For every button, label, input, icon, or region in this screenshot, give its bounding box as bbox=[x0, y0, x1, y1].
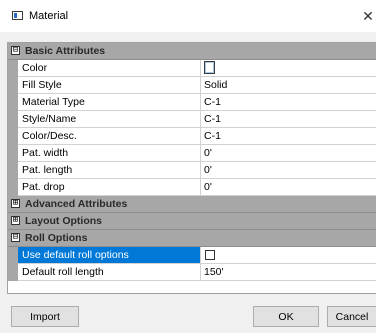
property-name: Fill Style bbox=[18, 77, 201, 94]
property-name: Color bbox=[18, 60, 201, 77]
property-row-pat-length[interactable]: Pat. length 0' bbox=[8, 162, 376, 179]
row-gutter bbox=[8, 111, 18, 128]
property-value[interactable]: 0' bbox=[201, 179, 376, 196]
property-row-pat-width[interactable]: Pat. width 0' bbox=[8, 145, 376, 162]
close-button[interactable]: ✕ bbox=[360, 0, 376, 32]
property-name: Default roll length bbox=[18, 264, 201, 281]
property-name: Pat. length bbox=[18, 162, 201, 179]
expand-icon[interactable]: ⊞ bbox=[11, 199, 20, 208]
property-row-style-name[interactable]: Style/Name C-1 bbox=[8, 111, 376, 128]
row-gutter bbox=[8, 145, 18, 162]
property-row-color[interactable]: Color bbox=[8, 60, 376, 77]
title-bar: Material ✕ bbox=[0, 0, 376, 32]
property-value[interactable]: C-1 bbox=[201, 128, 376, 145]
property-value[interactable]: 0' bbox=[201, 162, 376, 179]
checkbox[interactable] bbox=[205, 250, 215, 260]
category-layout-options[interactable]: ⊞ Layout Options bbox=[8, 213, 376, 230]
property-row-use-default-roll-options[interactable]: Use default roll options bbox=[8, 247, 376, 264]
property-value[interactable]: Solid bbox=[201, 77, 376, 94]
category-advanced-attributes[interactable]: ⊞ Advanced Attributes bbox=[8, 196, 376, 213]
collapse-icon[interactable]: ⊟ bbox=[11, 46, 20, 55]
property-value[interactable]: C-1 bbox=[201, 111, 376, 128]
property-name: Style/Name bbox=[18, 111, 201, 128]
category-label: Basic Attributes bbox=[25, 45, 106, 57]
category-label: Layout Options bbox=[25, 215, 102, 227]
property-name: Pat. drop bbox=[18, 179, 201, 196]
category-roll-options[interactable]: ⊟ Roll Options bbox=[8, 230, 376, 247]
category-label: Roll Options bbox=[25, 232, 88, 244]
property-name: Material Type bbox=[18, 94, 201, 111]
property-row-pat-drop[interactable]: Pat. drop 0' bbox=[8, 179, 376, 196]
row-gutter bbox=[8, 264, 18, 281]
property-name: Use default roll options bbox=[18, 247, 201, 264]
ok-button[interactable]: OK bbox=[253, 306, 319, 327]
row-gutter bbox=[8, 179, 18, 196]
row-gutter bbox=[8, 162, 18, 179]
property-name: Color/Desc. bbox=[18, 128, 201, 145]
category-label: Advanced Attributes bbox=[25, 198, 128, 210]
category-basic-attributes[interactable]: ⊟ Basic Attributes bbox=[8, 43, 376, 60]
property-row-material-type[interactable]: Material Type C-1 bbox=[8, 94, 376, 111]
property-row-color-desc[interactable]: Color/Desc. C-1 bbox=[8, 128, 376, 145]
property-name: Pat. width bbox=[18, 145, 201, 162]
property-value[interactable]: 150' bbox=[201, 264, 376, 281]
row-gutter bbox=[8, 247, 18, 264]
property-row-fill-style[interactable]: Fill Style Solid bbox=[8, 77, 376, 94]
property-value[interactable]: 0' bbox=[201, 145, 376, 162]
row-gutter bbox=[8, 94, 18, 111]
color-swatch-icon[interactable] bbox=[204, 61, 215, 74]
expand-icon[interactable]: ⊞ bbox=[11, 216, 20, 225]
row-gutter bbox=[8, 60, 18, 77]
property-row-default-roll-length[interactable]: Default roll length 150' bbox=[8, 264, 376, 281]
window-title: Material bbox=[29, 10, 69, 22]
property-value-color[interactable] bbox=[201, 60, 376, 77]
property-grid: ⊟ Basic Attributes Color Fill Style Soli… bbox=[7, 42, 376, 294]
property-value[interactable]: C-1 bbox=[201, 94, 376, 111]
property-value-checkbox[interactable] bbox=[201, 247, 376, 264]
cancel-button[interactable]: Cancel bbox=[327, 306, 376, 327]
import-button[interactable]: Import bbox=[11, 306, 79, 327]
window-icon bbox=[12, 11, 23, 20]
row-gutter bbox=[8, 77, 18, 94]
collapse-icon[interactable]: ⊟ bbox=[11, 233, 20, 242]
row-gutter bbox=[8, 128, 18, 145]
